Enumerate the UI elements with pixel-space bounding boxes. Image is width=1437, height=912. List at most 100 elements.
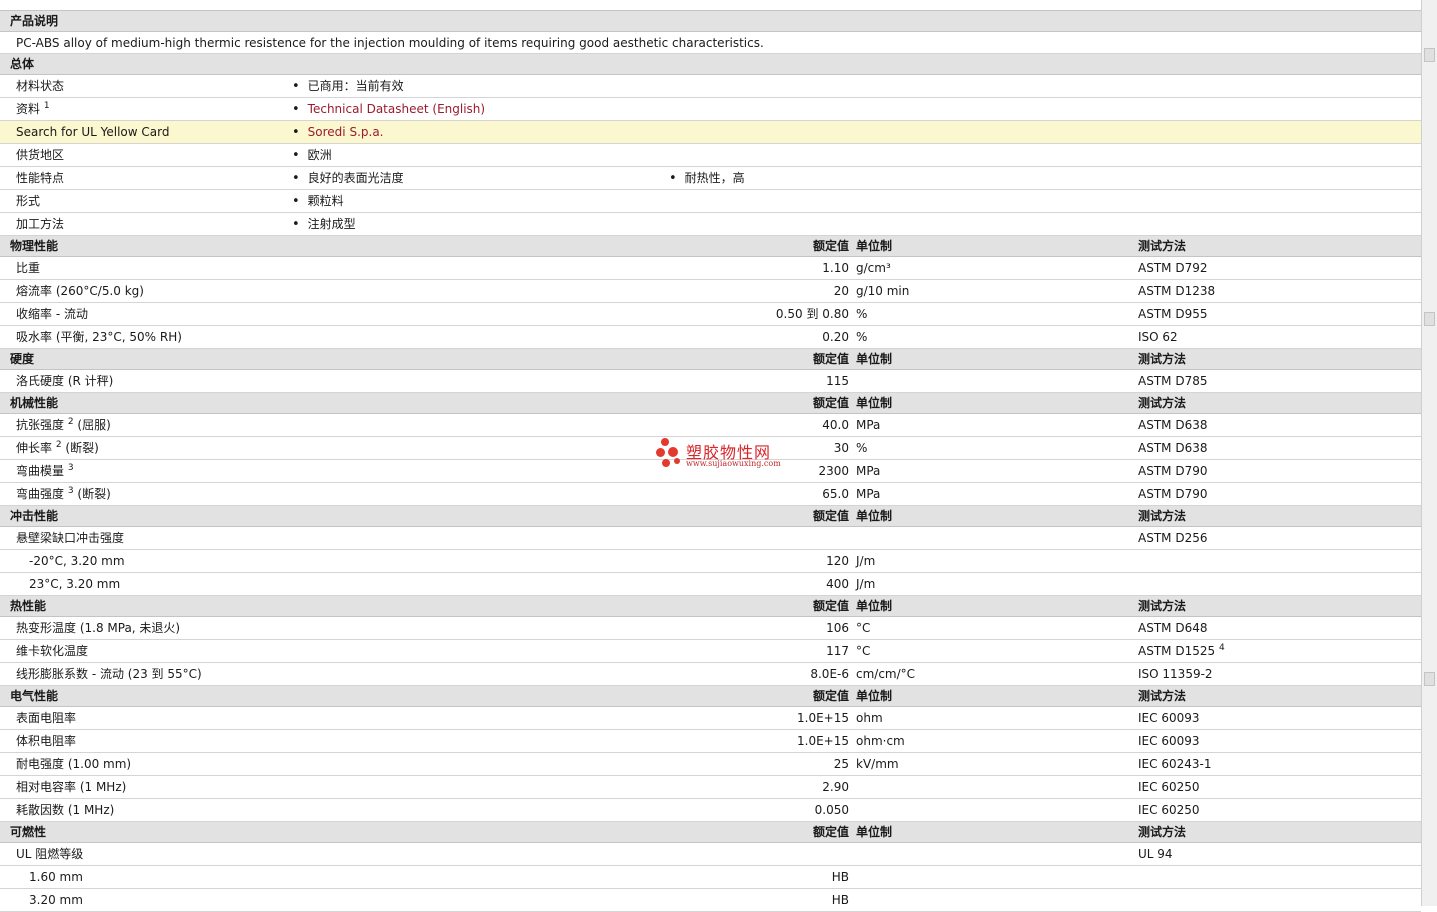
property-label: 体积电阻率 xyxy=(16,734,77,748)
property-row: 维卡软化温度 117 °C ASTM D1525 4 xyxy=(0,640,1421,663)
section-header-thermal: 热性能 额定值 单位制 测试方法 xyxy=(0,596,1421,617)
property-row: 收缩率 - 流动 0.50 到 0.80 % ASTM D955 xyxy=(0,303,1421,326)
row-label: 形式 xyxy=(16,194,41,208)
nominal-value: 1.0E+15 xyxy=(797,734,849,748)
test-method: ASTM D1238 xyxy=(1138,284,1216,298)
property-row: 热变形温度 (1.8 MPa, 未退火) 106 °C ASTM D648 xyxy=(0,617,1421,640)
supplier-link[interactable]: Soredi S.p.a. xyxy=(308,125,384,139)
vertical-scrollbar[interactable] xyxy=(1421,0,1437,906)
property-label: 3.20 mm xyxy=(29,893,83,907)
property-label: 维卡软化温度 xyxy=(16,644,89,658)
technical-datasheet-link[interactable]: Technical Datasheet (English) xyxy=(308,102,485,116)
column-header-unit: 单位制 xyxy=(856,825,893,839)
general-row-processing: 加工方法 注射成型 xyxy=(0,213,1421,236)
unit-value: g/cm³ xyxy=(856,261,891,275)
property-label: -20°C, 3.20 mm xyxy=(29,554,125,568)
property-label: 耗散因数 (1 MHz) xyxy=(16,803,115,817)
unit-value: J/m xyxy=(856,577,876,591)
test-method: ASTM D256 xyxy=(1138,531,1208,545)
top-edge xyxy=(0,0,1421,11)
column-header-test: 测试方法 xyxy=(1138,396,1187,410)
property-row: 耐电强度 (1.00 mm) 25 kV/mm IEC 60243-1 xyxy=(0,753,1421,776)
property-row: 表面电阻率 1.0E+15 ohm IEC 60093 xyxy=(0,707,1421,730)
supplier-link-item[interactable]: Soredi S.p.a. xyxy=(292,121,384,144)
column-header-unit: 单位制 xyxy=(856,239,893,253)
unit-value: % xyxy=(856,307,868,321)
footnote-marker: 4 xyxy=(1218,643,1225,653)
property-label: UL 阻燃等级 xyxy=(16,847,84,861)
nominal-value: 0.050 xyxy=(814,803,849,817)
general-row-availability: 供货地区 欧洲 xyxy=(0,144,1421,167)
column-header-unit: 单位制 xyxy=(856,396,893,410)
section-title: 物理性能 xyxy=(10,239,59,253)
property-label: 熔流率 (260°C/5.0 kg) xyxy=(16,284,144,298)
property-row: 洛氏硬度 (R 计秤) 115 ASTM D785 xyxy=(0,370,1421,393)
property-subrow: 3.20 mm HB xyxy=(0,889,1421,912)
logo-dot xyxy=(674,458,680,464)
scrollbar-thumb[interactable] xyxy=(1424,672,1435,686)
scrollbar-thumb[interactable] xyxy=(1424,48,1435,62)
property-label: 伸长率 2 (断裂) xyxy=(16,440,99,456)
logo-dot xyxy=(656,448,665,457)
row-value-2: 耐热性，高 xyxy=(669,167,745,190)
test-method: IEC 60250 xyxy=(1138,780,1200,794)
property-label: 23°C, 3.20 mm xyxy=(29,577,121,591)
row-label: 供货地区 xyxy=(16,148,65,162)
nominal-value: 1.10 xyxy=(822,261,849,275)
watermark-logo: 塑胶物性网 www.sujiaowuxing.com xyxy=(656,438,796,472)
property-row: UL 阻燃等级 UL 94 xyxy=(0,843,1421,866)
column-header-test: 测试方法 xyxy=(1138,352,1187,366)
row-value: 良好的表面光洁度 xyxy=(292,167,404,190)
nominal-value: 40.0 xyxy=(822,418,849,432)
logo-dot xyxy=(662,459,670,467)
property-row: 耗散因数 (1 MHz) 0.050 IEC 60250 xyxy=(0,799,1421,822)
row-label: 材料状态 xyxy=(16,79,65,93)
row-label: 性能特点 xyxy=(16,171,65,185)
technical-datasheet-link-item[interactable]: Technical Datasheet (English) xyxy=(292,98,485,121)
row-label: 加工方法 xyxy=(16,217,65,231)
nominal-value: 30 xyxy=(833,441,849,455)
footnote-marker: 1 xyxy=(43,101,50,111)
property-row: 吸水率 (平衡, 23°C, 50% RH) 0.20 % ISO 62 xyxy=(0,326,1421,349)
nominal-value: 25 xyxy=(833,757,849,771)
test-method: ASTM D790 xyxy=(1138,487,1208,501)
general-row-ul-yellow-card[interactable]: Search for UL Yellow Card Soredi S.p.a. xyxy=(0,121,1421,144)
property-label: 热变形温度 (1.8 MPa, 未退火) xyxy=(16,621,181,635)
property-label: 比重 xyxy=(16,261,41,275)
column-header-nominal: 额定值 xyxy=(812,599,849,613)
ul-yellow-card-label[interactable]: Search for UL Yellow Card xyxy=(16,121,169,144)
property-subrow: 23°C, 3.20 mm 400 J/m xyxy=(0,573,1421,596)
row-value: 颗粒料 xyxy=(292,190,344,213)
nominal-value: 106 xyxy=(826,621,849,635)
section-title: 冲击性能 xyxy=(10,509,59,523)
test-method: ISO 62 xyxy=(1138,330,1178,344)
general-row-features: 性能特点 良好的表面光洁度 耐热性，高 xyxy=(0,167,1421,190)
section-header-flammability: 可燃性 额定值 单位制 测试方法 xyxy=(0,822,1421,843)
unit-value: ohm xyxy=(856,711,883,725)
property-subrow: -20°C, 3.20 mm 120 J/m xyxy=(0,550,1421,573)
nominal-value: 20 xyxy=(833,284,849,298)
section-title: 机械性能 xyxy=(10,396,59,410)
property-row: 熔流率 (260°C/5.0 kg) 20 g/10 min ASTM D123… xyxy=(0,280,1421,303)
column-header-test: 测试方法 xyxy=(1138,689,1187,703)
property-row: 线形膨胀系数 - 流动 (23 到 55°C) 8.0E-6 cm/cm/°C … xyxy=(0,663,1421,686)
test-method: ASTM D955 xyxy=(1138,307,1208,321)
property-subrow: 1.60 mm HB xyxy=(0,866,1421,889)
column-header-unit: 单位制 xyxy=(856,352,893,366)
test-method: ASTM D638 xyxy=(1138,418,1208,432)
logo-dot xyxy=(661,438,669,446)
test-method: ASTM D785 xyxy=(1138,374,1208,388)
test-method: ASTM D790 xyxy=(1138,464,1208,478)
test-method: IEC 60250 xyxy=(1138,803,1200,817)
unit-value: kV/mm xyxy=(856,757,899,771)
column-header-test: 测试方法 xyxy=(1138,825,1187,839)
property-label: 抗张强度 2 (屈服) xyxy=(16,417,111,433)
unit-value: cm/cm/°C xyxy=(856,667,916,681)
property-label: 线形膨胀系数 - 流动 (23 到 55°C) xyxy=(16,667,202,681)
scrollbar-thumb[interactable] xyxy=(1424,312,1435,326)
nominal-value: 117 xyxy=(826,644,849,658)
property-label: 弯曲模量 3 xyxy=(16,463,74,479)
test-method: ASTM D648 xyxy=(1138,621,1208,635)
test-method: UL 94 xyxy=(1138,847,1173,861)
nominal-value: HB xyxy=(831,893,849,907)
